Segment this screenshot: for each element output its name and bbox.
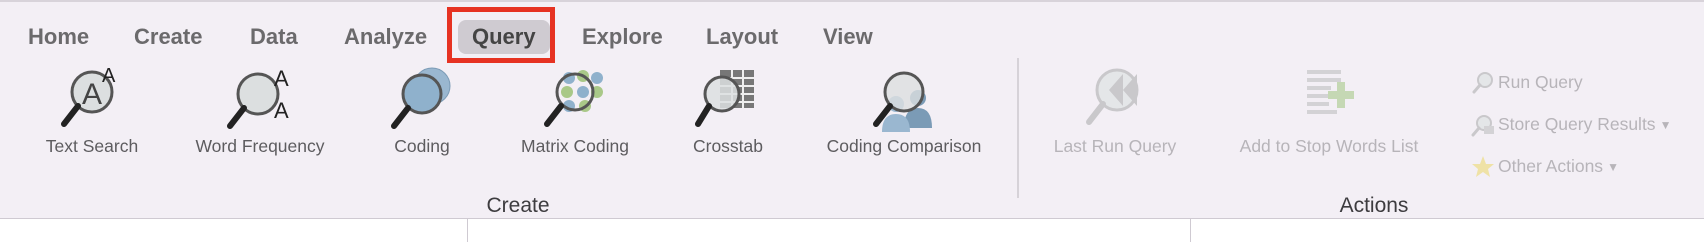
matrix-coding-label: Matrix Coding (521, 136, 629, 156)
star-icon (1470, 154, 1496, 180)
text-search-button[interactable]: A A Text Search (30, 64, 154, 174)
tab-analyze[interactable]: Analyze (344, 18, 427, 56)
add-to-stop-words-label: Add to Stop Words List (1239, 136, 1419, 156)
run-query-icon (1470, 70, 1496, 96)
store-query-results-label: Store Query Results (1498, 114, 1656, 134)
crosstab-label: Crosstab (692, 136, 764, 156)
svg-text:A: A (102, 65, 116, 87)
tab-query-label: Query (458, 20, 550, 54)
matrix-coding-icon (539, 64, 611, 136)
store-query-results-icon (1470, 112, 1496, 138)
pane-divider-left[interactable] (467, 219, 468, 242)
word-frequency-icon: A A (224, 64, 296, 136)
coding-query-icon (386, 64, 458, 136)
text-search-icon: A A (56, 64, 128, 136)
run-query-button[interactable]: Run Query (1470, 69, 1583, 95)
text-search-label: Text Search (45, 136, 139, 156)
coding-query-button[interactable]: Coding (372, 64, 472, 174)
pane-divider-right[interactable] (1190, 219, 1191, 242)
word-frequency-button[interactable]: A A Word Frequency (182, 64, 338, 174)
matrix-coding-button[interactable]: Matrix Coding (508, 64, 642, 174)
svg-text:A: A (274, 66, 289, 91)
other-actions-button[interactable]: Other Actions ▼ (1470, 153, 1619, 179)
other-actions-dropdown-icon: ▼ (1607, 160, 1619, 175)
last-run-query-label: Last Run Query (1053, 136, 1177, 156)
coding-query-label: Coding (394, 136, 450, 156)
coding-comparison-label: Coding Comparison (826, 136, 982, 156)
create-group-label: Create (486, 194, 550, 217)
run-query-label: Run Query (1498, 72, 1583, 92)
tab-home[interactable]: Home (28, 18, 89, 56)
tab-data[interactable]: Data (250, 18, 298, 56)
add-stop-words-icon (1293, 64, 1365, 136)
store-query-results-button[interactable]: Store Query Results ▼ (1470, 111, 1671, 137)
svg-text:A: A (82, 78, 102, 111)
tab-explore[interactable]: Explore (582, 18, 663, 56)
coding-comparison-button[interactable]: Coding Comparison (814, 64, 994, 174)
other-actions-label: Other Actions (1498, 156, 1604, 176)
crosstab-icon (692, 64, 764, 136)
store-query-results-dropdown-icon: ▼ (1659, 118, 1672, 133)
coding-comparison-icon (868, 64, 940, 136)
word-frequency-label: Word Frequency (195, 136, 325, 156)
tab-query[interactable]: Query (458, 18, 550, 56)
add-to-stop-words-button[interactable]: Add to Stop Words List (1222, 64, 1436, 174)
svg-text:A: A (274, 98, 289, 123)
tab-view[interactable]: View (823, 18, 873, 56)
tab-create[interactable]: Create (134, 18, 202, 56)
last-run-query-icon (1079, 64, 1151, 136)
window-top-edge (0, 0, 1704, 2)
actions-group-label: Actions (1339, 194, 1409, 217)
content-pane-top (0, 218, 1704, 243)
group-divider (1017, 58, 1019, 198)
tab-layout[interactable]: Layout (706, 18, 778, 56)
last-run-query-button[interactable]: Last Run Query (1040, 64, 1190, 174)
crosstab-button[interactable]: Crosstab (676, 64, 780, 174)
